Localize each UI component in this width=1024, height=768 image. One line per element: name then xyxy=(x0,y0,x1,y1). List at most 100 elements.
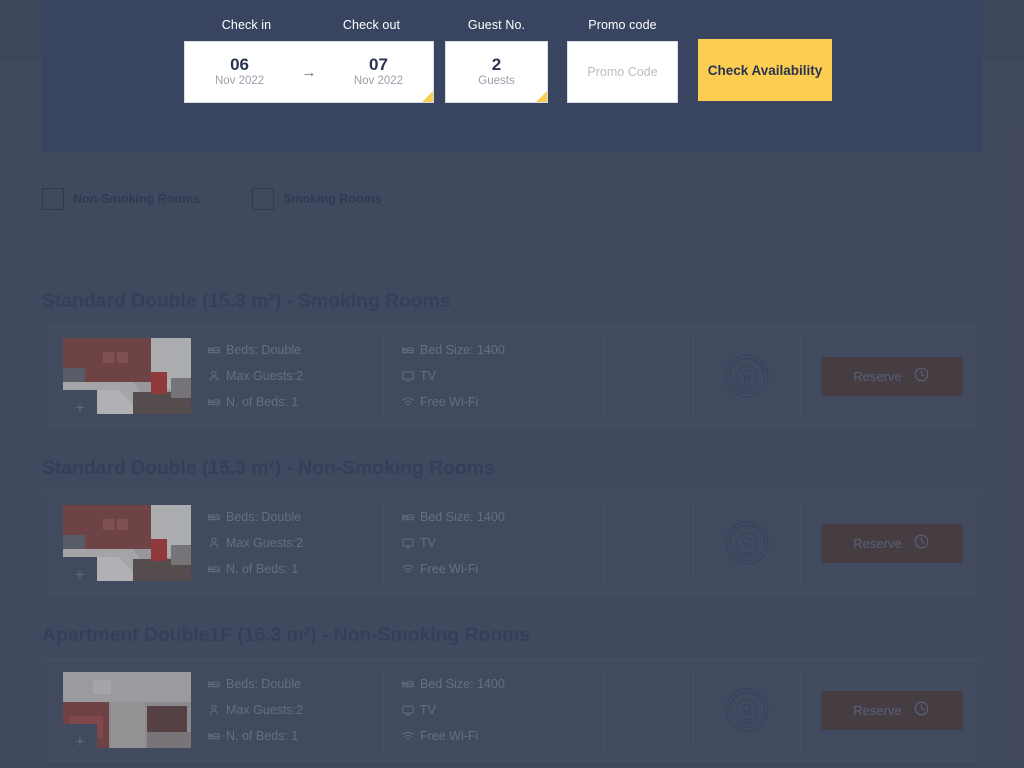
filter-non-smoking[interactable]: Non-Smoking Rooms xyxy=(42,188,200,210)
room-feature: N. of Beds: 1 xyxy=(207,389,383,415)
room-feature: Max Guests:2 xyxy=(207,530,383,556)
bed-icon xyxy=(207,395,226,409)
reserve-button[interactable]: Reserve xyxy=(820,523,963,563)
room-title: Apartment Double1F (16.3 m²) - Non-Smoki… xyxy=(42,624,531,646)
checkout-month: Nov 2022 xyxy=(353,75,404,88)
promo-code-input[interactable] xyxy=(568,42,677,102)
reserve-button[interactable]: Reserve xyxy=(820,356,963,396)
room-feature-label: TV xyxy=(420,369,436,383)
clock-icon xyxy=(913,366,930,386)
room-feature: Bed Size: 1400 xyxy=(401,337,603,363)
filter-label: Non-Smoking Rooms xyxy=(73,192,201,206)
person-icon xyxy=(207,536,226,550)
room-thumbnail[interactable]: + xyxy=(63,338,191,414)
room-feature: TV xyxy=(401,363,603,389)
checkin-month: Nov 2022 xyxy=(214,75,265,88)
promo-code-box[interactable] xyxy=(567,41,678,103)
room-features-right: Bed Size: 1400 TV Free Wi-Fi xyxy=(383,504,603,582)
room-feature: N. of Beds: 1 xyxy=(207,556,383,582)
room-thumbnail-column: + xyxy=(42,672,191,748)
room-card: + Beds: Double Max Guests:2 N. of Beds: 1 Be… xyxy=(42,325,982,427)
checkbox-icon[interactable] xyxy=(252,188,275,210)
room-feature-label: N. of Beds: 1 xyxy=(226,562,299,576)
room-feature-label: Beds: Double xyxy=(226,510,302,524)
check-availability-button[interactable]: Check Availability xyxy=(698,39,832,101)
room-feature-label: Max Guests:2 xyxy=(226,703,304,717)
bed-icon xyxy=(207,729,226,743)
room-feature: Beds: Double xyxy=(207,671,383,697)
clock-icon xyxy=(913,533,930,553)
room-title: Standard Double (15.3 m²) - Non-Smoking … xyxy=(42,457,495,479)
room-feature: TV xyxy=(401,530,603,556)
svg-text:GUARANTEE: GUARANTEE xyxy=(730,545,763,560)
room-feature: TV xyxy=(401,697,603,723)
bed-icon xyxy=(401,510,420,524)
guest-sublabel: Guests xyxy=(478,75,515,88)
room-price-column xyxy=(603,671,693,749)
room-price-column xyxy=(603,504,693,582)
wifi-icon xyxy=(401,395,420,409)
room-feature-label: N. of Beds: 1 xyxy=(226,729,299,743)
person-icon xyxy=(207,369,226,383)
room-feature: Max Guests:2 xyxy=(207,697,383,723)
checkout-day: 07 xyxy=(368,54,388,74)
expand-gallery-icon[interactable]: + xyxy=(63,390,97,414)
reserve-column: Reserve xyxy=(800,337,982,415)
room-feature-label: Free Wi-Fi xyxy=(420,729,479,743)
room-thumbnail[interactable]: + xyxy=(63,505,191,581)
check-availability-group: Check Availability xyxy=(698,18,832,101)
best-price-guarantee-badge: BEST PRICE GUARANTEE xyxy=(693,504,800,582)
room-features-left: Beds: Double Max Guests:2 N. of Beds: 1 xyxy=(190,337,383,415)
room-card: + Beds: Double Max Guests:2 N. of Beds: 1 Be… xyxy=(42,659,982,761)
room-thumbnail[interactable]: + xyxy=(63,672,191,748)
room-feature-label: Bed Size: 1400 xyxy=(420,343,505,357)
room-feature: Bed Size: 1400 xyxy=(401,504,603,530)
room-features-right: Bed Size: 1400 TV Free Wi-Fi xyxy=(383,671,603,749)
room-feature: Free Wi-Fi xyxy=(401,556,603,582)
room-feature-label: Beds: Double xyxy=(226,677,302,691)
reserve-column: Reserve xyxy=(800,504,982,582)
expand-gallery-icon[interactable]: + xyxy=(63,724,97,748)
room-features-right: Bed Size: 1400 TV Free Wi-Fi xyxy=(383,337,603,415)
svg-text:BEST PRICE: BEST PRICE xyxy=(728,356,767,374)
room-card: + Beds: Double Max Guests:2 N. of Beds: 1 Be… xyxy=(42,492,982,594)
room-feature: Beds: Double xyxy=(207,337,383,363)
checkout-label: Check out xyxy=(342,18,401,32)
clock-icon xyxy=(913,700,930,720)
checkin-day: 06 xyxy=(230,54,250,74)
date-range-picker[interactable]: 06 Nov 2022 → 07 Nov 2022 xyxy=(184,41,434,103)
reserve-button[interactable]: Reserve xyxy=(820,690,963,730)
reserve-label: Reserve xyxy=(853,368,902,384)
room-thumbnail-column: + xyxy=(42,505,191,581)
room-feature-label: Max Guests:2 xyxy=(226,369,304,383)
room-thumbnail-column: + xyxy=(42,338,191,414)
checkin-label: Check in xyxy=(221,18,272,32)
bed-icon xyxy=(401,677,420,691)
checkbox-icon[interactable] xyxy=(42,188,64,210)
guest-number-stepper[interactable]: 2 Guests xyxy=(445,41,548,103)
filter-smoking[interactable]: Smoking Rooms xyxy=(252,188,382,210)
room-feature-label: Free Wi-Fi xyxy=(420,562,479,576)
bed-icon xyxy=(401,343,420,357)
arrow-right-icon: → xyxy=(301,63,317,81)
resize-handle-icon[interactable] xyxy=(536,91,547,102)
room-feature: Max Guests:2 xyxy=(207,363,383,389)
room-price-column xyxy=(603,337,693,415)
room-feature-label: N. of Beds: 1 xyxy=(226,395,299,409)
tv-icon xyxy=(401,369,420,383)
room-feature-label: Free Wi-Fi xyxy=(420,395,479,409)
room-title: Standard Double (15.3 m²) - Smoking Room… xyxy=(42,290,451,312)
guest-count: 2 xyxy=(491,54,502,74)
room-feature-label: Bed Size: 1400 xyxy=(420,510,505,524)
bed-icon xyxy=(207,510,226,524)
expand-gallery-icon[interactable]: + xyxy=(63,557,97,581)
checkin-value[interactable]: 06 Nov 2022 xyxy=(185,55,294,89)
room-feature-label: TV xyxy=(420,703,436,717)
checkout-value[interactable]: 07 Nov 2022 xyxy=(324,55,433,89)
date-range-group: Check in Check out 06 Nov 2022 → 07 Nov … xyxy=(184,18,434,103)
reserve-column: Reserve xyxy=(800,671,982,749)
resize-handle-icon[interactable] xyxy=(422,91,433,102)
bed-icon xyxy=(207,677,226,691)
room-feature: Bed Size: 1400 xyxy=(401,671,603,697)
room-feature: Beds: Double xyxy=(207,504,383,530)
